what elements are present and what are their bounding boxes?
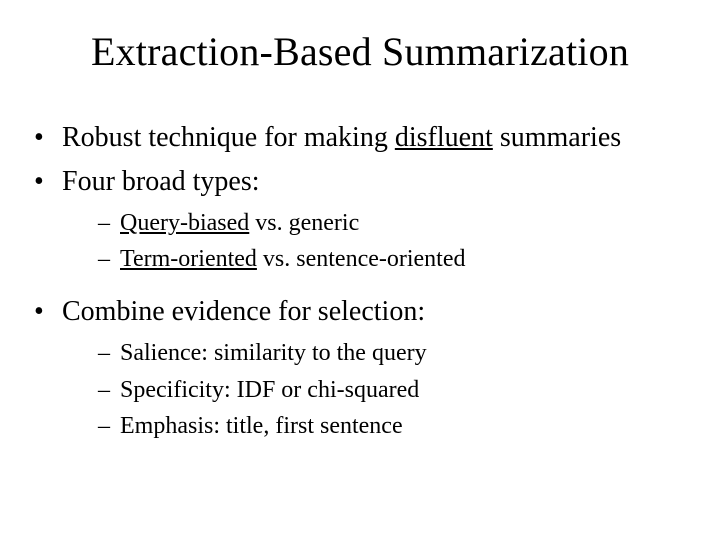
bullet-text: vs. generic [249, 210, 359, 236]
sub-bullet-item: Specificity: IDF or chi-squared [98, 374, 700, 406]
bullet-text: summaries [493, 122, 621, 153]
sub-bullet-item: Emphasis: title, first sentence [98, 410, 700, 442]
sub-bullet-item: Salience: similarity to the query [98, 337, 700, 369]
sub-bullet-list: Query-biased vs. generic Term-oriented v… [62, 207, 700, 276]
slide: Extraction-Based Summarization Robust te… [0, 0, 720, 540]
bullet-text: vs. sentence-oriented [257, 246, 466, 272]
slide-title: Extraction-Based Summarization [20, 28, 700, 75]
bullet-item: Four broad types: Query-biased vs. gener… [34, 163, 700, 276]
sub-bullet-list: Salience: similarity to the query Specif… [62, 337, 700, 442]
bullet-text: Four broad types: [62, 166, 260, 197]
bullet-list: Robust technique for making disfluent su… [20, 119, 700, 442]
bullet-text: Emphasis: title, first sentence [120, 413, 403, 439]
sub-bullet-item: Query-biased vs. generic [98, 207, 700, 239]
bullet-item: Robust technique for making disfluent su… [34, 119, 700, 157]
sub-bullet-item: Term-oriented vs. sentence-oriented [98, 243, 700, 275]
bullet-text: Combine evidence for selection: [62, 296, 425, 327]
bullet-item: Combine evidence for selection: Salience… [34, 293, 700, 442]
underlined-term: Term-oriented [120, 246, 257, 272]
underlined-term: Query-biased [120, 210, 249, 236]
bullet-text: Specificity: IDF or chi-squared [120, 377, 419, 403]
bullet-text: Robust technique for making [62, 122, 395, 153]
bullet-text: Salience: similarity to the query [120, 340, 427, 366]
underlined-term: disfluent [395, 122, 493, 153]
